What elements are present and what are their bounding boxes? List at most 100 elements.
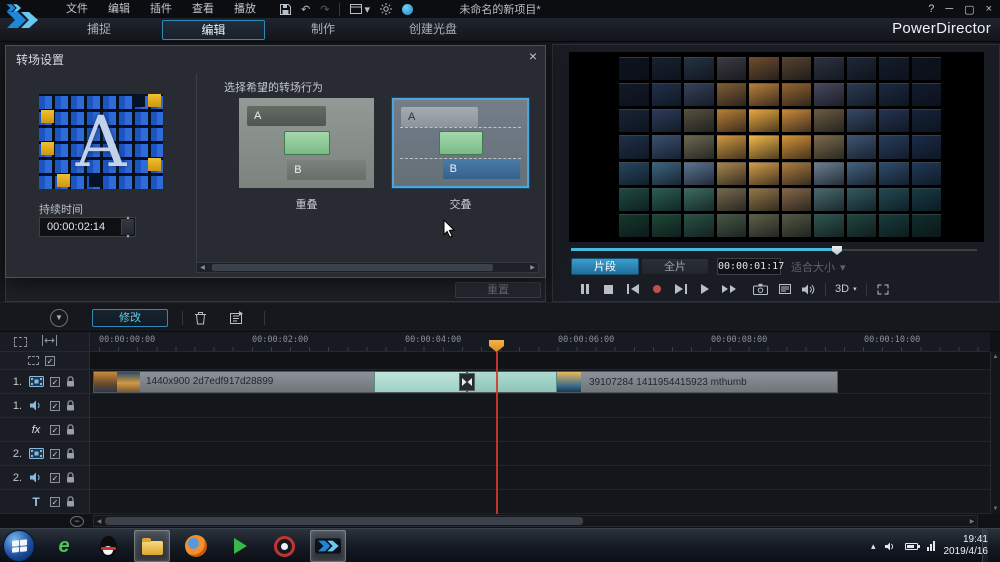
playhead-line[interactable] bbox=[496, 352, 498, 514]
timeline-vertical-scrollbar[interactable]: ▲ ▼ bbox=[990, 352, 1000, 514]
help-button[interactable]: ? bbox=[928, 3, 934, 15]
duration-input[interactable]: 00:00:02:14 ▲ ▼ bbox=[39, 217, 136, 237]
maximize-button[interactable]: ▢ bbox=[964, 3, 974, 16]
volume-icon[interactable] bbox=[801, 281, 816, 297]
transition-overlap-region[interactable] bbox=[468, 372, 557, 392]
trash-icon[interactable] bbox=[194, 311, 207, 328]
tab-create-disc[interactable]: 创建光盘 bbox=[388, 20, 478, 40]
track-enable-checkbox[interactable]: ✓ bbox=[50, 473, 60, 483]
taskbar-powerdirector-icon[interactable] bbox=[310, 530, 346, 562]
track-height-icon[interactable] bbox=[41, 335, 58, 349]
menu-item-4[interactable]: 播放 bbox=[224, 0, 266, 18]
tray-battery-icon[interactable] bbox=[905, 543, 918, 550]
track-lock-icon[interactable] bbox=[66, 400, 75, 411]
record-button[interactable] bbox=[649, 281, 664, 297]
range-select-icon[interactable] bbox=[14, 337, 27, 347]
track-lock-icon[interactable] bbox=[66, 376, 75, 387]
track-lane-5[interactable] bbox=[90, 466, 990, 490]
track-enable-checkbox[interactable]: ✓ bbox=[50, 377, 60, 387]
save-icon[interactable] bbox=[280, 4, 291, 15]
dialog-horizontal-scrollbar[interactable]: ◀ ▶ bbox=[196, 262, 539, 273]
track-enable-checkbox[interactable]: ✓ bbox=[50, 401, 60, 411]
tray-network-icon[interactable] bbox=[927, 541, 935, 551]
scroll-down-icon[interactable]: ▼ bbox=[993, 506, 999, 512]
close-button[interactable]: × bbox=[986, 3, 992, 15]
timeline-horizontal-scrollbar[interactable]: ◀ ▶ bbox=[93, 515, 978, 527]
transition-behavior-cross[interactable]: A B bbox=[392, 98, 529, 188]
taskbar-firefox-icon[interactable] bbox=[178, 530, 214, 562]
track-enable-checkbox[interactable]: ✓ bbox=[50, 497, 60, 507]
play-button[interactable] bbox=[697, 281, 712, 297]
track-lane-2[interactable] bbox=[90, 394, 990, 418]
track-lane-3[interactable] bbox=[90, 418, 990, 442]
snapshot-camera-icon[interactable] bbox=[753, 281, 768, 297]
menu-item-2[interactable]: 插件 bbox=[140, 0, 182, 18]
fast-forward-button[interactable] bbox=[721, 281, 736, 297]
hidden-icons-arrow[interactable]: ▴ bbox=[871, 541, 876, 552]
track-lane-6[interactable] bbox=[90, 490, 990, 514]
notification-icon[interactable] bbox=[402, 4, 413, 15]
preview-quality-icon[interactable] bbox=[777, 281, 792, 297]
spin-up-icon[interactable]: ▲ bbox=[126, 209, 131, 227]
taskbar-browser-icon[interactable]: e bbox=[46, 530, 82, 562]
track-enable-checkbox[interactable]: ✓ bbox=[50, 449, 60, 459]
spin-down-icon[interactable]: ▼ bbox=[126, 228, 131, 246]
dialog-close-icon[interactable]: × bbox=[529, 48, 537, 64]
produce-range-icon[interactable] bbox=[230, 311, 244, 327]
tray-volume-icon[interactable] bbox=[885, 542, 896, 551]
duration-spinner[interactable]: ▲ ▼ bbox=[121, 219, 134, 235]
zoom-out-icon[interactable]: − bbox=[70, 516, 84, 527]
modify-button[interactable]: 修改 bbox=[92, 309, 168, 327]
track-lock-icon[interactable] bbox=[66, 496, 75, 507]
preview-video-area[interactable] bbox=[569, 52, 984, 242]
minimize-button[interactable]: ─ bbox=[945, 3, 953, 15]
track-lock-icon[interactable] bbox=[66, 472, 75, 483]
transition-behavior-overlap[interactable]: A B bbox=[239, 98, 374, 188]
3d-mode-dropdown[interactable]: 3D▾ bbox=[835, 283, 857, 295]
next-frame-button[interactable] bbox=[673, 281, 688, 297]
track-lock-icon[interactable] bbox=[66, 448, 75, 459]
taskbar-explorer-icon[interactable] bbox=[134, 530, 170, 562]
reset-button[interactable]: 重置 bbox=[455, 282, 541, 298]
scrollbar-thumb[interactable] bbox=[105, 517, 583, 525]
settings-gear-icon[interactable] bbox=[380, 3, 392, 15]
timeline-clip-2[interactable]: 39107284 1411954415923 mthumb bbox=[467, 371, 838, 393]
menu-item-1[interactable]: 编辑 bbox=[98, 0, 140, 18]
clip-mode-button[interactable]: 片段 bbox=[571, 258, 639, 275]
scroll-left-icon[interactable]: ◀ bbox=[94, 518, 104, 525]
scroll-right-icon[interactable]: ▶ bbox=[527, 264, 538, 271]
taskbar-recorder-icon[interactable] bbox=[266, 530, 302, 562]
menu-item-3[interactable]: 查看 bbox=[182, 0, 224, 18]
scroll-right-icon[interactable]: ▶ bbox=[967, 518, 977, 525]
tab-edit[interactable]: 编辑 bbox=[162, 20, 265, 40]
tab-capture[interactable]: 捕捉 bbox=[60, 20, 138, 40]
show-desktop-button[interactable] bbox=[982, 529, 988, 562]
timeline-clip-1[interactable]: 1440x900 2d7edf917d28899 bbox=[93, 371, 467, 393]
redo-icon[interactable]: ↷ bbox=[320, 3, 329, 16]
stop-button[interactable] bbox=[601, 281, 616, 297]
taskbar-qq-icon[interactable] bbox=[90, 530, 126, 562]
collapse-panel-icon[interactable]: ▼ bbox=[50, 309, 68, 327]
tab-produce[interactable]: 制作 bbox=[286, 20, 360, 40]
track-lock-icon[interactable] bbox=[66, 424, 75, 435]
fullscreen-icon[interactable] bbox=[876, 281, 891, 297]
scroll-left-icon[interactable]: ◀ bbox=[197, 264, 208, 271]
workspace-layout-icon[interactable]: ▾ bbox=[350, 3, 370, 16]
scroll-up-icon[interactable]: ▲ bbox=[993, 354, 999, 360]
track-lane-4[interactable] bbox=[90, 442, 990, 466]
fit-size-dropdown[interactable]: 适合大小▾ bbox=[791, 259, 846, 275]
transition-icon[interactable] bbox=[459, 373, 475, 391]
seek-handle[interactable] bbox=[832, 246, 842, 255]
range-select-icon[interactable] bbox=[28, 356, 39, 365]
undo-icon[interactable]: ↶ bbox=[301, 3, 310, 16]
transition-overlap-region[interactable] bbox=[374, 372, 466, 392]
track-enable-checkbox[interactable]: ✓ bbox=[50, 425, 60, 435]
preview-seekbar[interactable] bbox=[571, 246, 977, 255]
movie-mode-button[interactable]: 全片 bbox=[641, 258, 709, 275]
timeline-ruler[interactable]: 00:00:00:0000:00:02:0000:00:04:0000:00:0… bbox=[90, 332, 990, 352]
previous-frame-button[interactable] bbox=[625, 281, 640, 297]
menu-item-0[interactable]: 文件 bbox=[56, 0, 98, 18]
pause-button[interactable] bbox=[577, 281, 592, 297]
scrollbar-thumb[interactable] bbox=[212, 264, 493, 271]
track-enable-checkbox[interactable]: ✓ bbox=[45, 356, 55, 366]
